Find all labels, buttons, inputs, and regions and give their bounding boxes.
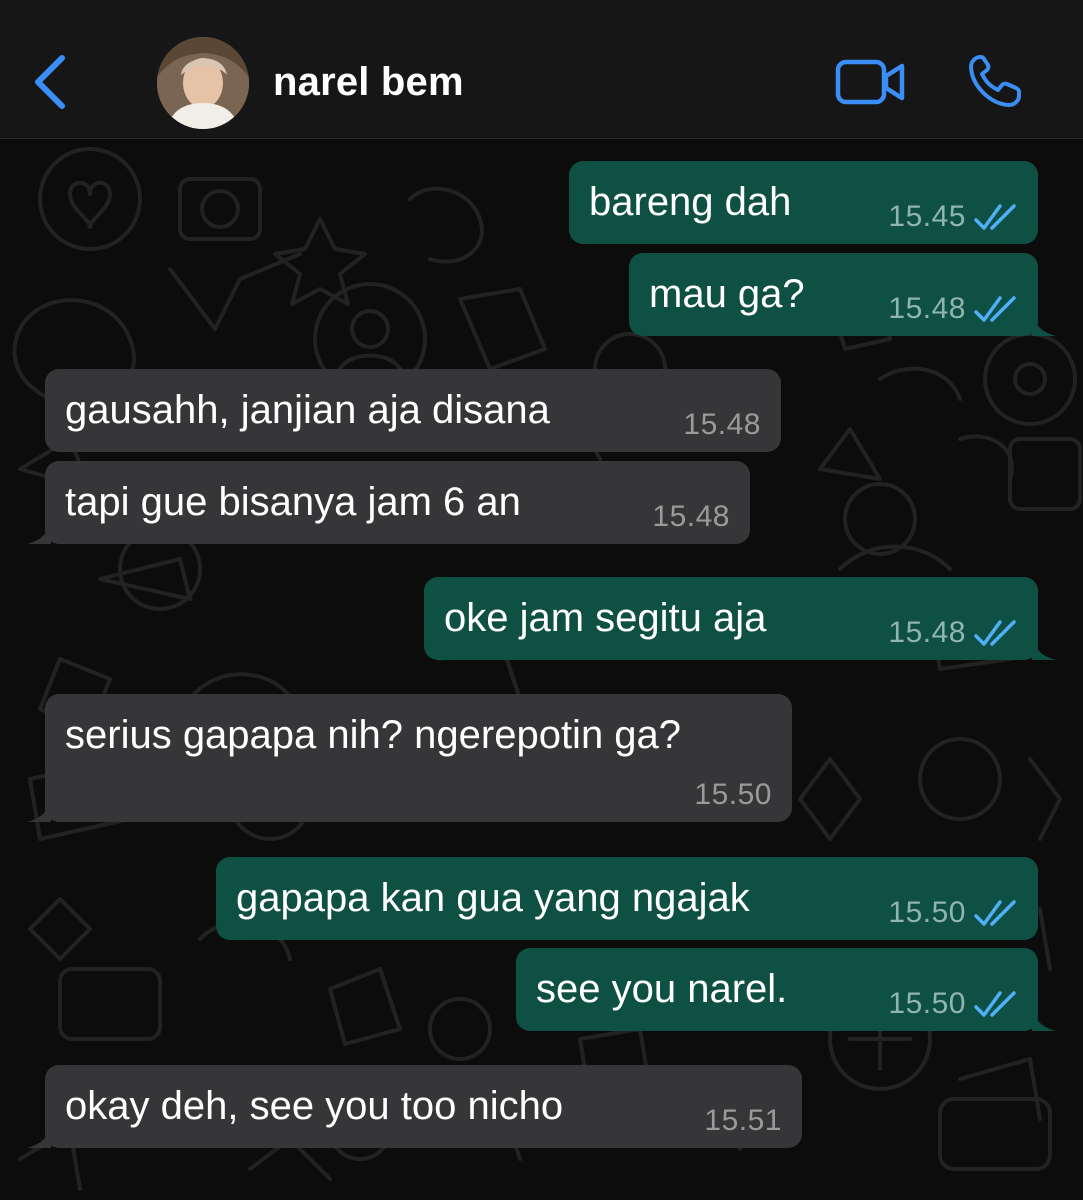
message-text: oke jam segitu aja bbox=[444, 596, 767, 640]
message-time: 15.50 bbox=[888, 896, 966, 929]
message-text: bareng dah bbox=[589, 180, 792, 224]
incoming-message[interactable]: okay deh, see you too nicho 15.51 bbox=[27, 1065, 802, 1148]
message-meta: 15.48 bbox=[888, 616, 1018, 650]
chevron-left-icon bbox=[35, 55, 65, 109]
double-check-icon bbox=[974, 991, 1016, 1017]
message-meta: 15.51 bbox=[704, 1104, 782, 1138]
bubble-tail bbox=[27, 796, 51, 822]
double-check-icon bbox=[974, 296, 1016, 322]
avatar[interactable] bbox=[157, 37, 249, 129]
message-text: mau ga? bbox=[649, 272, 805, 316]
message-time: 15.50 bbox=[888, 987, 966, 1020]
incoming-message[interactable]: serius gapapa nih? ngerepotin ga? 15.50 bbox=[27, 694, 792, 822]
double-check-icon bbox=[974, 204, 1016, 230]
message-text: tapi gue bisanya jam 6 an bbox=[65, 480, 521, 524]
bubble-tail bbox=[1032, 1005, 1056, 1031]
incoming-message[interactable]: gausahh, janjian aja disana 15.48 bbox=[45, 369, 781, 452]
message-text: gausahh, janjian aja disana bbox=[65, 388, 550, 432]
message-text: gapapa kan gua yang ngajak bbox=[236, 876, 750, 920]
back-button[interactable] bbox=[28, 50, 78, 114]
message-time: 15.48 bbox=[683, 408, 761, 441]
outgoing-message[interactable]: gapapa kan gua yang ngajak 15.50 bbox=[216, 857, 1038, 940]
message-meta: 15.50 bbox=[888, 987, 1018, 1021]
message-time: 15.48 bbox=[888, 616, 966, 649]
message-text: okay deh, see you too nicho bbox=[65, 1084, 564, 1128]
message-meta: 15.45 bbox=[888, 200, 1018, 234]
chat-header: narel bem bbox=[0, 0, 1083, 139]
video-call-button[interactable] bbox=[834, 58, 906, 106]
avatar-image bbox=[157, 37, 249, 129]
message-time: 15.48 bbox=[888, 292, 966, 325]
bubble-tail bbox=[27, 518, 51, 544]
message-time: 15.48 bbox=[652, 500, 730, 533]
message-time: 15.45 bbox=[888, 200, 966, 233]
message-meta: 15.48 bbox=[888, 292, 1018, 326]
contact-name[interactable]: narel bem bbox=[273, 60, 464, 105]
double-check-icon bbox=[974, 620, 1016, 646]
outgoing-message[interactable]: bareng dah 15.45 bbox=[569, 161, 1038, 244]
outgoing-message[interactable]: see you narel. 15.50 bbox=[516, 948, 1056, 1031]
chat-area[interactable]: bareng dah 15.45 mau ga? 15.48 gausahh, janj… bbox=[0, 139, 1083, 1200]
bubble-tail bbox=[1032, 634, 1056, 660]
message-meta: 15.50 bbox=[694, 778, 772, 812]
video-camera-icon bbox=[835, 59, 905, 105]
message-time: 15.50 bbox=[694, 778, 772, 811]
double-check-icon bbox=[974, 900, 1016, 926]
outgoing-message[interactable]: mau ga? 15.48 bbox=[629, 253, 1056, 336]
outgoing-message[interactable]: oke jam segitu aja 15.48 bbox=[424, 577, 1056, 660]
bubble-tail bbox=[1032, 310, 1056, 336]
message-text: serius gapapa nih? ngerepotin ga? bbox=[65, 713, 682, 757]
bubble-tail bbox=[27, 1122, 51, 1148]
voice-call-button[interactable] bbox=[966, 52, 1024, 110]
message-time: 15.51 bbox=[704, 1104, 782, 1137]
incoming-message[interactable]: tapi gue bisanya jam 6 an 15.48 bbox=[27, 461, 750, 544]
message-meta: 15.48 bbox=[683, 408, 761, 442]
message-meta: 15.50 bbox=[888, 896, 1018, 930]
phone-icon bbox=[969, 55, 1021, 107]
message-text: see you narel. bbox=[536, 967, 788, 1011]
message-meta: 15.48 bbox=[652, 500, 730, 534]
